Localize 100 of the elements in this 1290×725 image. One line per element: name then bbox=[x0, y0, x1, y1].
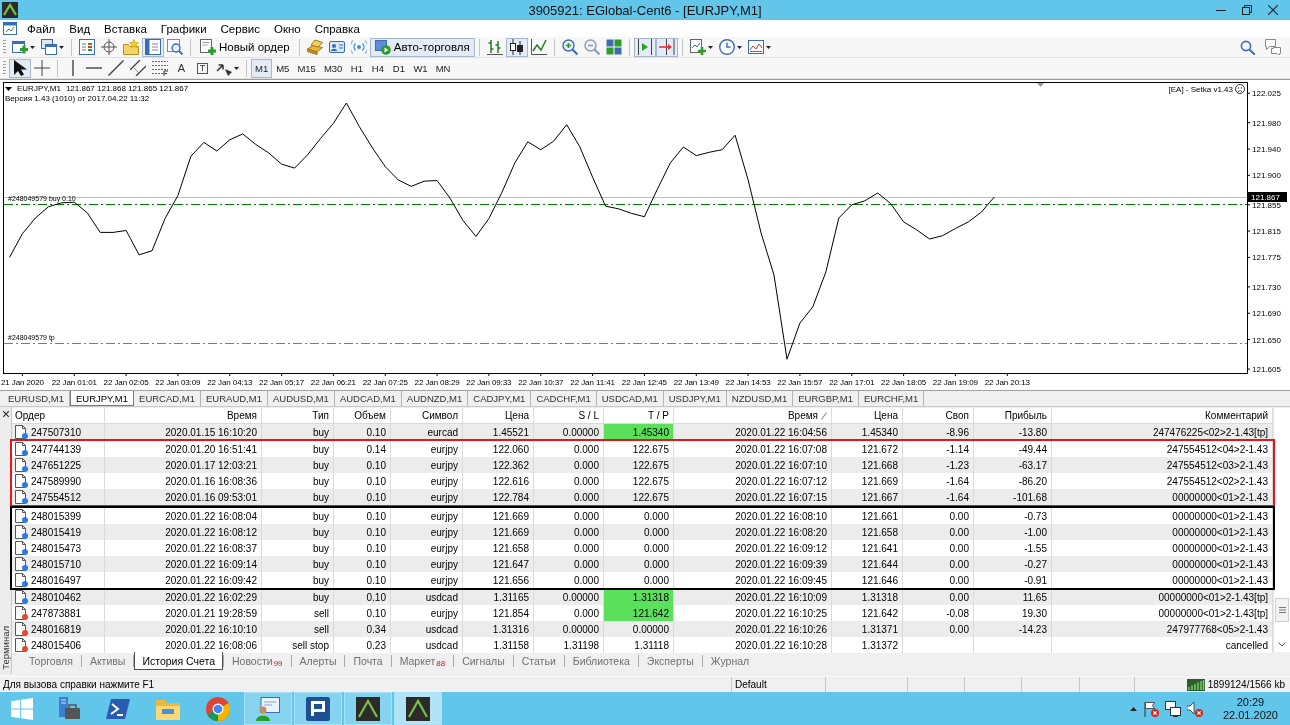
panel-tab[interactable]: Сигналы bbox=[454, 652, 513, 670]
toolbar-button[interactable] bbox=[655, 37, 678, 57]
panel-tab[interactable]: Статьи bbox=[513, 652, 564, 670]
panel-tab[interactable]: Библиотека bbox=[564, 652, 638, 670]
time-axis-label: 22 Jan 08:29 bbox=[414, 378, 460, 387]
caret-up-icon[interactable] bbox=[1129, 706, 1137, 711]
price-axis-label: 121.690 bbox=[1252, 309, 1281, 319]
toolbar-button[interactable] bbox=[127, 58, 149, 78]
price-axis-label: 121.855 bbox=[1252, 200, 1281, 210]
toolbar-button[interactable]: Авто-торговля bbox=[369, 37, 475, 57]
timeframe-button[interactable]: M15 bbox=[293, 58, 320, 78]
table-cell: 1.31372 bbox=[832, 637, 903, 653]
time-axis-label: 22 Jan 18:05 bbox=[881, 378, 927, 387]
chart-shift-icon bbox=[658, 39, 675, 55]
timeframe-button[interactable]: M5 bbox=[272, 58, 294, 78]
table-cell: 2020.01.22 16:07:15 bbox=[674, 489, 832, 505]
table-cell: 2020.01.22 16:09:45 bbox=[674, 572, 832, 588]
table-cell: eurjpy bbox=[391, 572, 463, 588]
trend-line-icon bbox=[108, 60, 124, 76]
browser-icon bbox=[206, 696, 230, 721]
price-axis-label: 121.815 bbox=[1252, 227, 1281, 237]
flag-alert-icon[interactable] bbox=[1142, 700, 1159, 717]
timeframe-button[interactable]: MN bbox=[431, 58, 455, 78]
panel-tab[interactable]: Торговля bbox=[21, 652, 81, 670]
toolbar-button[interactable] bbox=[505, 37, 528, 57]
taskbar-button[interactable] bbox=[294, 692, 342, 725]
table-cell: buy bbox=[262, 489, 334, 505]
toolbar-button[interactable] bbox=[9, 58, 31, 78]
table-cell: usdcad bbox=[391, 637, 463, 653]
table-cell: 121.642 bbox=[604, 605, 674, 621]
count-label: 99 bbox=[273, 659, 283, 668]
timeframe-button[interactable]: H1 bbox=[346, 58, 368, 78]
panel-tab[interactable]: Журнал bbox=[702, 652, 758, 670]
windows-logo-icon bbox=[11, 697, 33, 720]
toolbar-button[interactable] bbox=[633, 37, 656, 57]
time-axis-label: 22 Jan 01:01 bbox=[51, 378, 97, 387]
panel-tab[interactable]: Алерты bbox=[291, 652, 345, 670]
table-cell: 247507310 bbox=[31, 426, 82, 438]
bar-chart-icon bbox=[486, 39, 503, 55]
timeframe-button[interactable]: M1 bbox=[251, 58, 273, 78]
zoom-in-icon bbox=[561, 39, 578, 55]
table-cell: 247873881 bbox=[31, 607, 82, 619]
caret-icon bbox=[765, 45, 771, 49]
caret-down-icon[interactable] bbox=[5, 87, 12, 91]
panel-tab[interactable]: Активы bbox=[81, 652, 134, 670]
timeframe-button[interactable]: M30 bbox=[319, 58, 347, 78]
taskbar-button[interactable] bbox=[394, 692, 442, 725]
profile-name: Default bbox=[735, 679, 767, 690]
app-logo-icon bbox=[406, 696, 430, 721]
table-cell: 1.45340 bbox=[832, 424, 903, 440]
timeframe-button[interactable]: D1 bbox=[388, 58, 410, 78]
menu-item[interactable]: Файл bbox=[20, 22, 63, 35]
app-logo-icon bbox=[306, 696, 330, 721]
time-axis-label: 22 Jan 15:57 bbox=[777, 378, 823, 387]
table-cell: 0.23 bbox=[334, 637, 391, 653]
text-tool-button[interactable]: A bbox=[171, 58, 192, 78]
table-cell: 248016497 bbox=[31, 574, 82, 586]
speaker-mute-icon[interactable] bbox=[1186, 700, 1203, 717]
timeframe-button[interactable]: H4 bbox=[367, 58, 389, 78]
minimize-icon bbox=[1216, 9, 1226, 11]
price-axis-label: 121.605 bbox=[1252, 365, 1281, 375]
chart-tab[interactable]: EURJPY,M1 bbox=[69, 391, 135, 406]
price-tag: 121.867 bbox=[1248, 192, 1287, 202]
menu-item[interactable]: Вид bbox=[62, 22, 98, 35]
time-axis-label: 22 Jan 17:01 bbox=[829, 378, 875, 387]
close-icon[interactable] bbox=[2, 411, 9, 417]
crosshair-icon bbox=[34, 60, 50, 76]
table-cell: 122.675 bbox=[604, 489, 674, 505]
table-cell: 248015406 bbox=[31, 639, 82, 651]
menu-item[interactable]: Справка bbox=[307, 22, 367, 35]
label-tool-button[interactable]: T bbox=[192, 58, 213, 78]
taskbar-button[interactable] bbox=[244, 692, 292, 725]
network-icon[interactable] bbox=[1164, 700, 1181, 717]
panel-tab[interactable]: История Счета bbox=[134, 652, 223, 670]
app-logo-icon bbox=[356, 696, 380, 721]
taskbar-button[interactable] bbox=[344, 692, 392, 725]
menu-item[interactable]: Графики bbox=[153, 22, 214, 35]
scrollbar-thumb[interactable] bbox=[1275, 598, 1289, 622]
user-card-icon bbox=[328, 39, 345, 55]
table-cell: -1.64 bbox=[903, 489, 974, 505]
price-axis-label: 121.940 bbox=[1252, 145, 1281, 154]
menu-item[interactable]: Вставка bbox=[97, 22, 154, 35]
chat-button[interactable] bbox=[1262, 37, 1284, 57]
table-cell: 0.10 bbox=[334, 424, 391, 440]
table-cell: 248015419 bbox=[31, 526, 82, 538]
search-icon bbox=[1240, 39, 1255, 55]
toolbar-button[interactable]: Новый ордер bbox=[195, 37, 295, 57]
price-axis-label: 121.980 bbox=[1252, 118, 1281, 128]
table-cell: 0.10 bbox=[334, 489, 391, 505]
symbol-label: EURJPY,M1 bbox=[17, 84, 61, 94]
scrollbar[interactable] bbox=[1273, 408, 1290, 652]
server-icon bbox=[56, 696, 80, 721]
crosshair-circle-icon bbox=[101, 39, 117, 55]
panel-tab[interactable]: Эксперты bbox=[638, 652, 702, 670]
panel-tab[interactable]: Почта bbox=[345, 652, 391, 670]
shift-marker-icon[interactable] bbox=[1037, 83, 1044, 87]
timeframe-button[interactable]: W1 bbox=[409, 58, 432, 78]
sort-icon bbox=[821, 411, 827, 420]
menu-item[interactable]: Сервис bbox=[213, 22, 267, 35]
menu-item[interactable]: Окно bbox=[266, 22, 308, 35]
